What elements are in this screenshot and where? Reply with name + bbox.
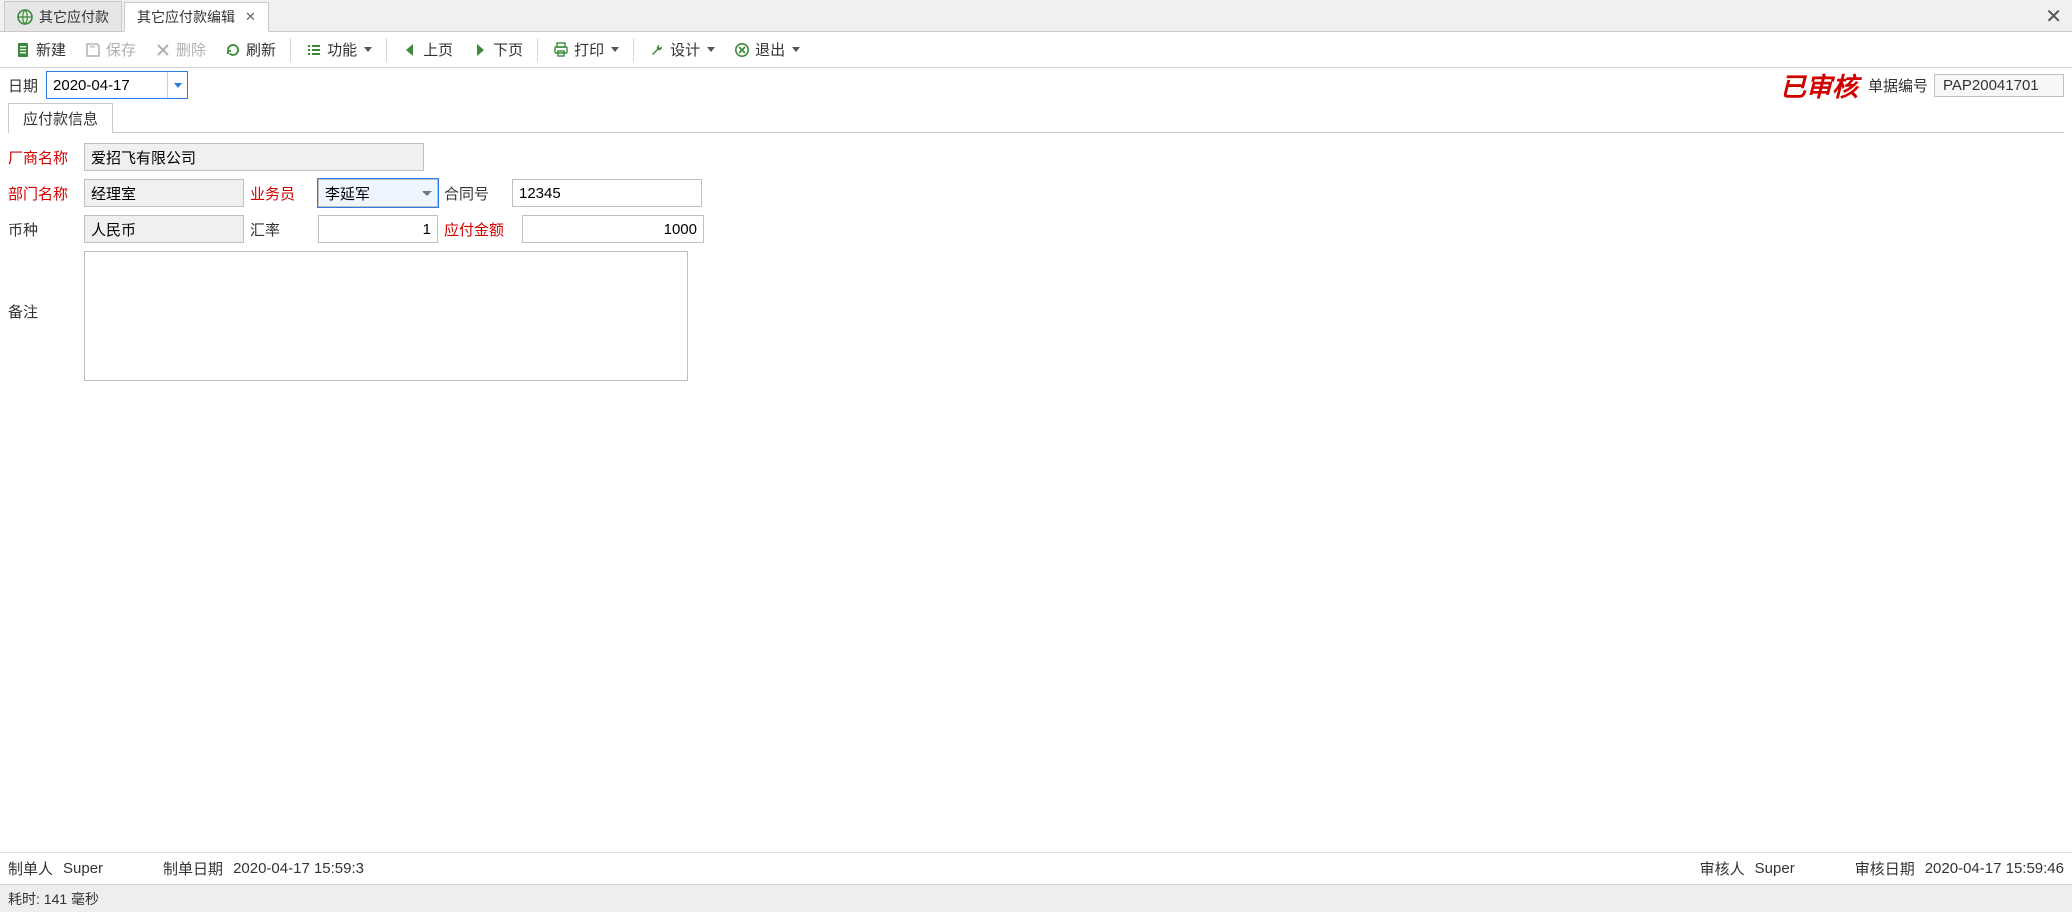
save-icon (84, 41, 102, 59)
rate-input[interactable] (318, 215, 438, 243)
new-icon (14, 41, 32, 59)
print-label: 打印 (574, 39, 604, 60)
approver-label: 审核人 (1700, 858, 1745, 879)
toolbar-separator (537, 38, 538, 62)
globe-icon (17, 9, 33, 25)
approve-date-label: 审核日期 (1855, 858, 1915, 879)
delete-icon (154, 41, 172, 59)
window-close-button[interactable]: ✕ (2045, 4, 2062, 29)
payable-label: 应付金额 (444, 219, 514, 240)
delete-button: 删除 (146, 35, 214, 65)
chevron-down-icon (611, 47, 619, 52)
docno-value: PAP20041701 (1934, 74, 2064, 97)
remarks-label: 备注 (8, 301, 78, 322)
refresh-icon (224, 41, 242, 59)
date-label: 日期 (8, 75, 38, 96)
date-drop-button[interactable] (167, 72, 187, 98)
print-button[interactable]: 打印 (544, 35, 627, 65)
new-label: 新建 (36, 39, 66, 60)
date-picker[interactable] (46, 71, 188, 99)
tab-strip: 其它应付款 其它应付款编辑 ✕ ✕ (0, 0, 2072, 32)
function-button[interactable]: 功能 (297, 35, 380, 65)
tab-label: 其它应付款 (39, 7, 109, 27)
section-tab-payable[interactable]: 应付款信息 (8, 103, 113, 133)
create-date-value: 2020-04-17 15:59:3 (233, 860, 364, 877)
dept-select[interactable] (84, 179, 244, 207)
approved-stamp: 已审核 (1780, 67, 1858, 104)
exit-label: 退出 (755, 39, 785, 60)
section-body: 厂商名称 部门名称 业务员 合同号 币种 汇率 应付金额 备注 (8, 132, 2064, 395)
status-bar: 耗时: 141 毫秒 (0, 884, 2072, 912)
prev-button[interactable]: 上页 (393, 35, 461, 65)
prev-label: 上页 (423, 39, 453, 60)
refresh-label: 刷新 (246, 39, 276, 60)
elapsed-label: 耗时: 141 毫秒 (8, 889, 99, 909)
contract-input[interactable] (512, 179, 702, 207)
date-input[interactable] (47, 72, 167, 98)
next-icon (471, 41, 489, 59)
clerk-label: 业务员 (250, 183, 310, 204)
list-icon (305, 41, 323, 59)
toolbar-separator (633, 38, 634, 62)
chevron-down-icon (364, 47, 372, 52)
exit-button[interactable]: 退出 (725, 35, 808, 65)
audit-row: 制单人 Super 制单日期 2020-04-17 15:59:3 审核人 Su… (0, 852, 2072, 884)
chevron-down-icon (707, 47, 715, 52)
remarks-input[interactable] (84, 251, 688, 381)
print-icon (552, 41, 570, 59)
toolbar: 新建 保存 删除 刷新 功能 上页 下页 打印 设计 退出 (0, 32, 2072, 68)
rate-label: 汇率 (250, 219, 310, 240)
docno-label: 单据编号 (1868, 75, 1928, 96)
prev-icon (401, 41, 419, 59)
clerk-select[interactable] (318, 179, 438, 207)
wrench-icon (648, 41, 666, 59)
close-icon[interactable]: ✕ (245, 9, 256, 25)
new-button[interactable]: 新建 (6, 35, 74, 65)
vendor-select[interactable] (84, 143, 424, 171)
payable-input[interactable] (522, 215, 704, 243)
tab-other-payable-edit[interactable]: 其它应付款编辑 ✕ (124, 2, 269, 32)
form-area: 应付款信息 厂商名称 部门名称 业务员 合同号 币种 汇率 应付金额 备注 (0, 102, 2072, 852)
function-label: 功能 (327, 39, 357, 60)
design-button[interactable]: 设计 (640, 35, 723, 65)
toolbar-separator (290, 38, 291, 62)
currency-label: 币种 (8, 219, 78, 240)
exit-icon (733, 41, 751, 59)
refresh-button[interactable]: 刷新 (216, 35, 284, 65)
vendor-label: 厂商名称 (8, 147, 78, 168)
approve-date-value: 2020-04-17 15:59:46 (1925, 860, 2064, 877)
save-label: 保存 (106, 39, 136, 60)
section-tabs: 应付款信息 (8, 102, 2064, 132)
currency-select[interactable] (84, 215, 244, 243)
create-date-label: 制单日期 (163, 858, 223, 879)
delete-label: 删除 (176, 39, 206, 60)
header-row: 日期 已审核 单据编号 PAP20041701 (0, 68, 2072, 102)
approver-value: Super (1755, 860, 1795, 877)
design-label: 设计 (670, 39, 700, 60)
contract-label: 合同号 (444, 183, 504, 204)
save-button: 保存 (76, 35, 144, 65)
toolbar-separator (386, 38, 387, 62)
next-label: 下页 (493, 39, 523, 60)
dept-label: 部门名称 (8, 183, 78, 204)
tab-label: 其它应付款编辑 (137, 7, 235, 27)
creator-label: 制单人 (8, 858, 53, 879)
tab-other-payable[interactable]: 其它应付款 (4, 1, 122, 31)
next-button[interactable]: 下页 (463, 35, 531, 65)
chevron-down-icon (792, 47, 800, 52)
creator-value: Super (63, 860, 103, 877)
